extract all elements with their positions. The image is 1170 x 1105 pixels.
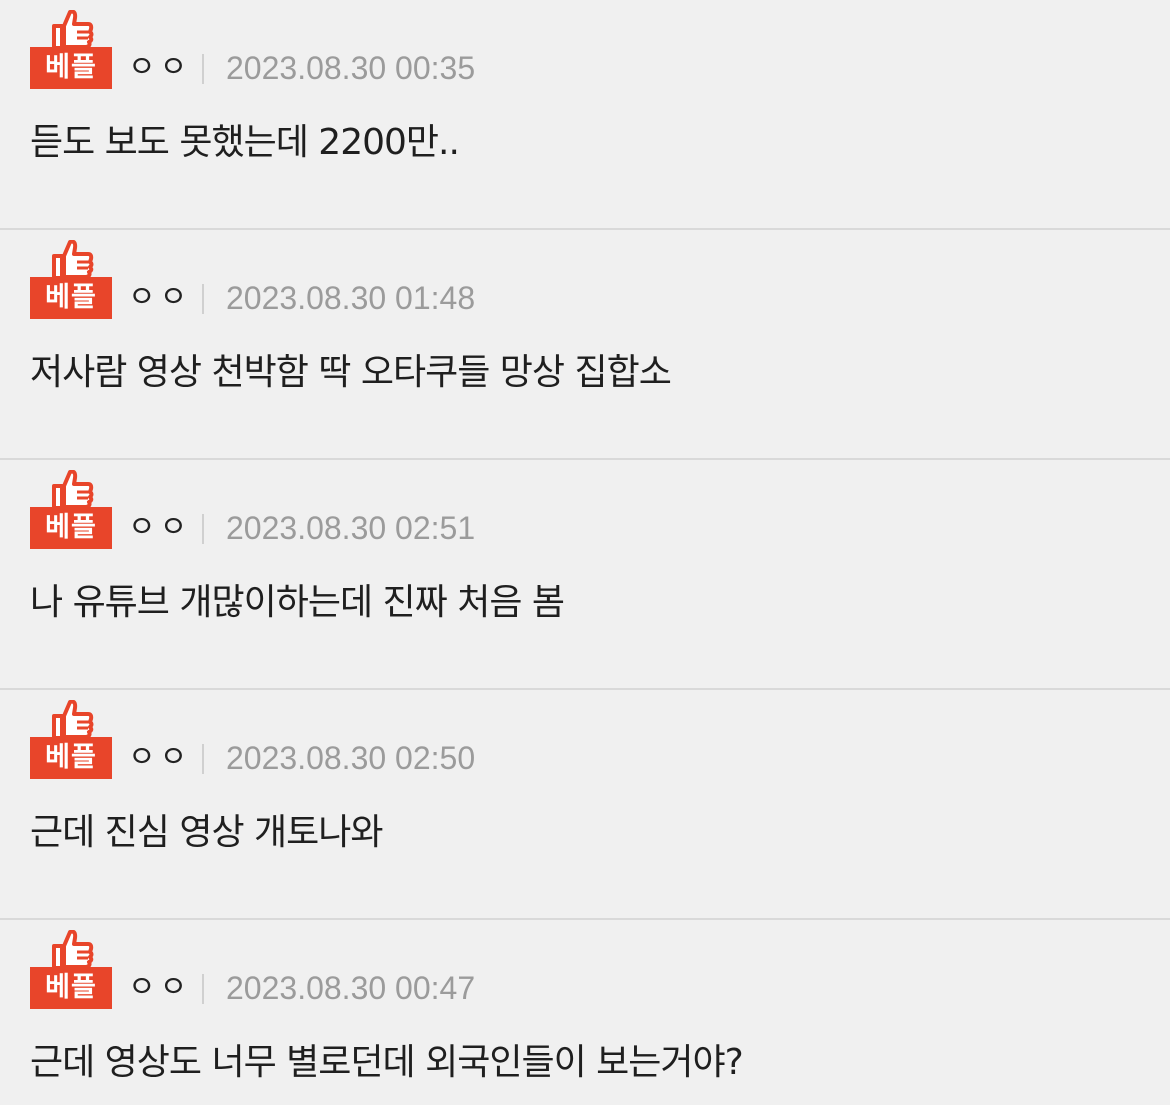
comment-text: 근데 영상도 너무 별로던데 외국인들이 보는거야? (30, 1042, 744, 1083)
comment-item: 베플 ㅇㅇ 2023.08.30 01:48 저사람 영상 천박함 딱 오타쿠들… (0, 230, 1170, 460)
comment-meta: 베플 ㅇㅇ 2023.08.30 02:51 (30, 470, 1130, 550)
comment-list: 베플 ㅇㅇ 2023.08.30 00:35 듣도 보도 못했는데 2200만.… (0, 0, 1170, 1105)
comment-item: 베플 ㅇㅇ 2023.08.30 00:47 근데 영상도 너무 별로던데 외국… (0, 920, 1170, 1105)
best-comment-badge: 베플 (30, 930, 112, 1010)
meta-divider (202, 284, 204, 314)
comment-text: 듣도 보도 못했는데 2200만.. (30, 122, 460, 163)
comment-date: 2023.08.30 00:35 (226, 50, 476, 86)
author-name[interactable]: ㅇㅇ (128, 738, 191, 778)
best-badge-label: 베플 (30, 737, 112, 779)
best-badge-label: 베플 (30, 277, 112, 319)
best-comment-badge: 베플 (30, 470, 112, 550)
author-name[interactable]: ㅇㅇ (128, 508, 191, 548)
comment-text: 근데 진심 영상 개토나와 (30, 812, 384, 853)
best-comment-badge: 베플 (30, 10, 112, 90)
thumbs-up-icon (52, 700, 94, 738)
thumbs-up-icon (52, 10, 94, 48)
comment-date: 2023.08.30 02:51 (226, 510, 476, 546)
meta-divider (202, 54, 204, 84)
comment-meta: 베플 ㅇㅇ 2023.08.30 00:35 (30, 10, 1130, 90)
comment-meta: 베플 ㅇㅇ 2023.08.30 02:50 (30, 700, 1130, 780)
comment-text: 나 유튜브 개많이하는데 진짜 처음 봄 (30, 582, 565, 623)
comment-item: 베플 ㅇㅇ 2023.08.30 00:35 듣도 보도 못했는데 2200만.… (0, 0, 1170, 230)
comment-meta: 베플 ㅇㅇ 2023.08.30 00:47 (30, 930, 1130, 1010)
comment-item: 베플 ㅇㅇ 2023.08.30 02:50 근데 진심 영상 개토나와 (0, 690, 1170, 920)
comment-date: 2023.08.30 02:50 (226, 740, 476, 776)
author-name[interactable]: ㅇㅇ (128, 278, 191, 318)
best-badge-label: 베플 (30, 47, 112, 89)
comment-date: 2023.08.30 00:47 (226, 970, 476, 1006)
author-name[interactable]: ㅇㅇ (128, 968, 191, 1008)
best-badge-label: 베플 (30, 967, 112, 1009)
best-comment-badge: 베플 (30, 700, 112, 780)
best-badge-label: 베플 (30, 507, 112, 549)
meta-divider (202, 514, 204, 544)
best-comment-badge: 베플 (30, 240, 112, 320)
thumbs-up-icon (52, 240, 94, 278)
meta-divider (202, 744, 204, 774)
comment-meta: 베플 ㅇㅇ 2023.08.30 01:48 (30, 240, 1130, 320)
thumbs-up-icon (52, 930, 94, 968)
comment-text: 저사람 영상 천박함 딱 오타쿠들 망상 집합소 (30, 352, 672, 393)
comment-item: 베플 ㅇㅇ 2023.08.30 02:51 나 유튜브 개많이하는데 진짜 처… (0, 460, 1170, 690)
meta-divider (202, 974, 204, 1004)
author-name[interactable]: ㅇㅇ (128, 48, 191, 88)
thumbs-up-icon (52, 470, 94, 508)
comment-date: 2023.08.30 01:48 (226, 280, 476, 316)
